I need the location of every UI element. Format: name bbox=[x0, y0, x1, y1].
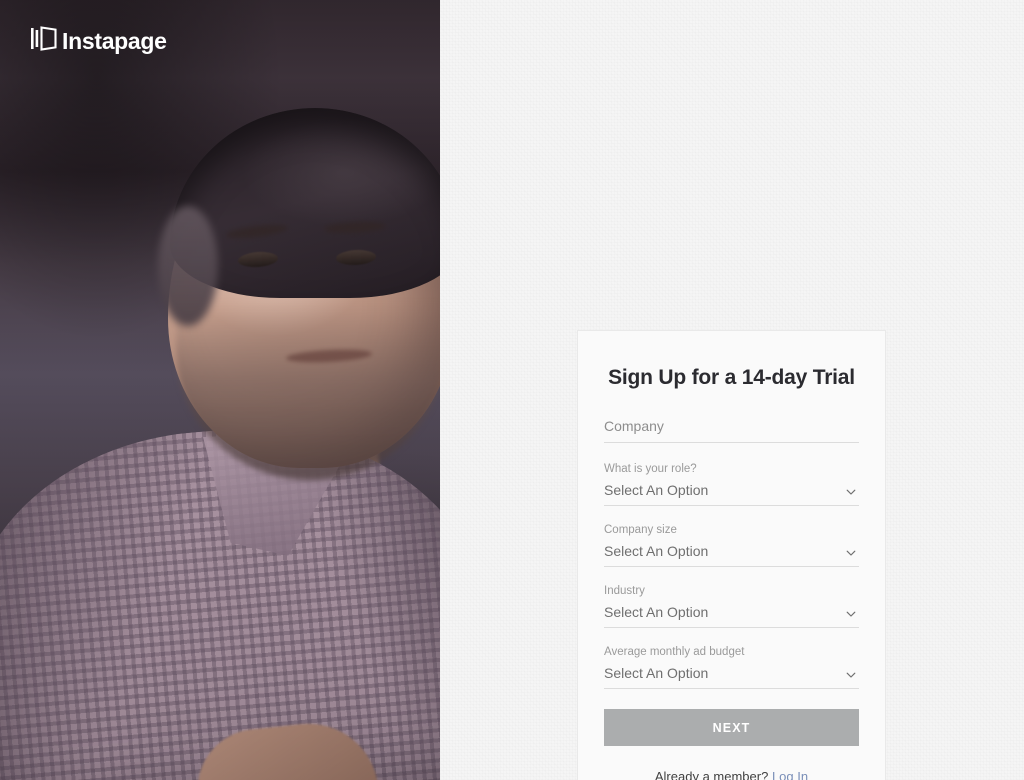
industry-select[interactable]: Select An Option bbox=[604, 602, 859, 628]
instapage-logo-icon bbox=[31, 26, 57, 56]
company-size-label: Company size bbox=[604, 523, 677, 536]
ad-budget-select-value: Select An Option bbox=[604, 664, 709, 681]
hero-overlay bbox=[0, 0, 440, 780]
industry-label: Industry bbox=[604, 584, 645, 597]
field-company-size: Company size Select An Option bbox=[604, 523, 859, 567]
company-input-control[interactable]: Company bbox=[604, 416, 859, 443]
signup-card: Sign Up for a 14-day Trial Company What … bbox=[577, 330, 886, 780]
company-size-select[interactable]: Select An Option bbox=[604, 541, 859, 567]
already-member-text: Already a member? bbox=[654, 768, 769, 780]
brand-logo[interactable]: Instapage bbox=[31, 26, 167, 56]
field-role: What is your role? Select An Option bbox=[604, 462, 859, 506]
ad-budget-label: Average monthly ad budget bbox=[604, 645, 745, 658]
next-button[interactable]: NEXT bbox=[604, 708, 859, 746]
role-select[interactable]: Select An Option bbox=[604, 480, 859, 506]
role-label: What is your role? bbox=[604, 463, 697, 475]
page-title: Sign Up for a 14-day Trial bbox=[608, 366, 855, 389]
hero-panel: Instapage bbox=[0, 0, 440, 780]
login-link[interactable]: Log In bbox=[772, 769, 808, 780]
field-industry: Industry Select An Option bbox=[604, 584, 859, 628]
industry-select-value: Select An Option bbox=[604, 603, 709, 620]
signup-screen: Instapage Sign Up for a 14-day Trial Com… bbox=[0, 0, 1024, 780]
role-select-value: Select An Option bbox=[604, 481, 709, 498]
card-footer: Already a member? Log In bbox=[604, 769, 859, 780]
company-input[interactable]: Company bbox=[604, 416, 859, 436]
field-ad-budget: Average monthly ad budget Select An Opti… bbox=[604, 645, 859, 689]
ad-budget-select[interactable]: Select An Option bbox=[604, 663, 859, 689]
field-company: Company bbox=[604, 416, 859, 443]
brand-name: Instapage bbox=[62, 27, 167, 54]
company-size-select-value: Select An Option bbox=[604, 542, 709, 559]
